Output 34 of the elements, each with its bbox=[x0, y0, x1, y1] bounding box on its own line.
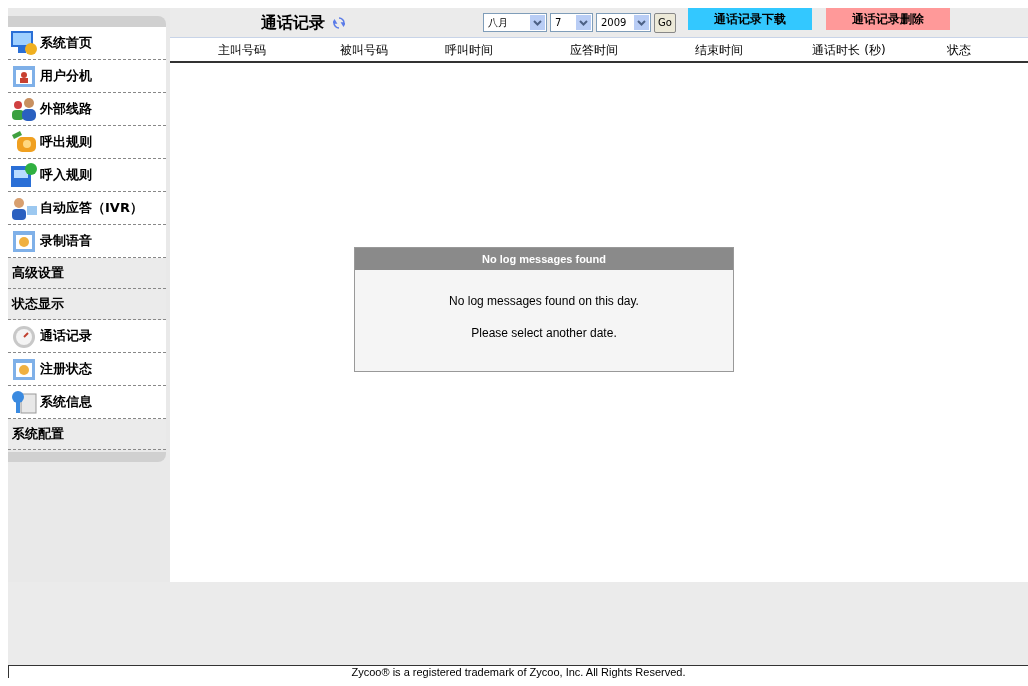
sidebar-item[interactable]: 系统首页 bbox=[40, 33, 92, 53]
go-button[interactable]: Go bbox=[654, 12, 676, 33]
sidebar-item[interactable]: 注册状态 bbox=[40, 359, 92, 379]
sidebar-item[interactable]: 系统信息 bbox=[40, 392, 92, 412]
year-select[interactable]: 2009 bbox=[596, 13, 651, 32]
page-title: 通话记录 bbox=[261, 11, 325, 34]
sidebar-item[interactable]: 用户分机 bbox=[40, 66, 92, 86]
person-icon bbox=[10, 195, 38, 221]
delete-button[interactable]: 通话记录删除 bbox=[825, 8, 950, 30]
window-icon bbox=[10, 162, 38, 188]
download-button[interactable]: 通话记录下载 bbox=[687, 8, 812, 30]
phone-icon bbox=[10, 129, 38, 155]
column-header: 通话时长 (秒) bbox=[811, 41, 887, 59]
sidebar-item[interactable]: 录制语音 bbox=[40, 231, 92, 251]
column-header: 主叫号码 bbox=[217, 41, 267, 59]
key-icon bbox=[10, 389, 38, 415]
monitor-icon bbox=[10, 30, 38, 56]
sidebar-item[interactable]: 呼入规则 bbox=[40, 165, 92, 185]
sidebar-item[interactable]: 通话记录 bbox=[40, 326, 92, 346]
sidebar-item[interactable]: 外部线路 bbox=[40, 99, 92, 119]
dialog-message: Please select another date. bbox=[471, 325, 617, 342]
column-header: 呼叫时间 bbox=[444, 41, 494, 59]
month-select[interactable]: 八月 bbox=[483, 13, 547, 32]
column-header: 状态 bbox=[946, 41, 972, 59]
column-header: 结束时间 bbox=[694, 41, 744, 59]
dialog-message: No log messages found on this day. bbox=[449, 293, 639, 310]
sidebar-item[interactable]: 呼出规则 bbox=[40, 132, 92, 152]
dialog-title: No log messages found bbox=[355, 248, 733, 270]
column-header: 应答时间 bbox=[569, 41, 619, 59]
people-icon bbox=[10, 96, 38, 122]
refresh-icon[interactable] bbox=[333, 16, 345, 29]
day-select[interactable]: 7 bbox=[550, 13, 593, 32]
column-header: 被叫号码 bbox=[339, 41, 389, 59]
footer-text: Zycoo® is a registered trademark of Zycoo, Inc. All Rights Reserved. bbox=[351, 666, 686, 678]
